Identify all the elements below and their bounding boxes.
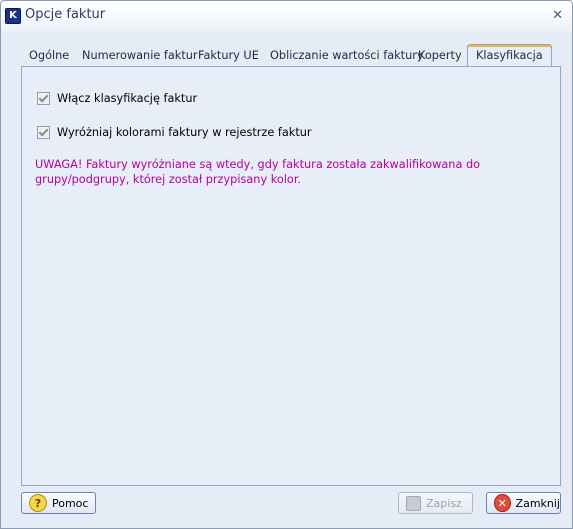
app-icon: K — [5, 8, 21, 24]
tab-klasyfikacja[interactable]: Klasyfikacja — [467, 44, 552, 67]
tab-obliczanie-wartosci[interactable]: Obliczanie wartości faktury — [270, 46, 424, 66]
enable-classification-row[interactable]: Włącz klasyfikację faktur — [37, 92, 197, 105]
title-bar: K Opcje faktur ✕ — [1, 1, 572, 31]
window-title: Opcje faktur — [25, 7, 106, 22]
save-button-label: Zapisz — [426, 496, 462, 510]
close-icon[interactable]: ✕ — [552, 8, 563, 23]
tab-faktury-ue[interactable]: Faktury UE — [198, 46, 259, 66]
warning-text: UWAGA! Faktury wyróżniane są wtedy, gdy … — [35, 158, 481, 186]
tab-panel-klasyfikacja: Włącz klasyfikację faktur Wyróżniaj kolo… — [21, 66, 561, 486]
dialog-window: K Opcje faktur ✕ Ogólne Numerowanie fakt… — [0, 0, 573, 529]
tab-numerowanie-faktur[interactable]: Numerowanie faktur — [82, 46, 198, 66]
close-circle-icon: ✕ — [494, 494, 511, 512]
enable-classification-checkbox[interactable] — [37, 92, 50, 105]
color-highlight-checkbox[interactable] — [37, 126, 50, 139]
save-button[interactable]: Zapisz — [398, 492, 473, 514]
close-button[interactable]: ✕ Zamknij — [486, 492, 561, 514]
color-highlight-label: Wyróżniaj kolorami faktury w rejestrze f… — [57, 126, 312, 139]
close-button-label: Zamknij — [515, 496, 560, 510]
save-icon — [406, 495, 421, 511]
help-button-label: Pomoc — [52, 496, 89, 510]
tab-koperty[interactable]: Koperty — [418, 46, 462, 66]
tab-ogolne[interactable]: Ogólne — [29, 46, 69, 66]
help-icon: ? — [29, 494, 47, 512]
enable-classification-label: Włącz klasyfikację faktur — [57, 92, 198, 105]
help-button[interactable]: ? Pomoc — [21, 492, 96, 514]
color-highlight-row[interactable]: Wyróżniaj kolorami faktury w rejestrze f… — [37, 126, 312, 139]
